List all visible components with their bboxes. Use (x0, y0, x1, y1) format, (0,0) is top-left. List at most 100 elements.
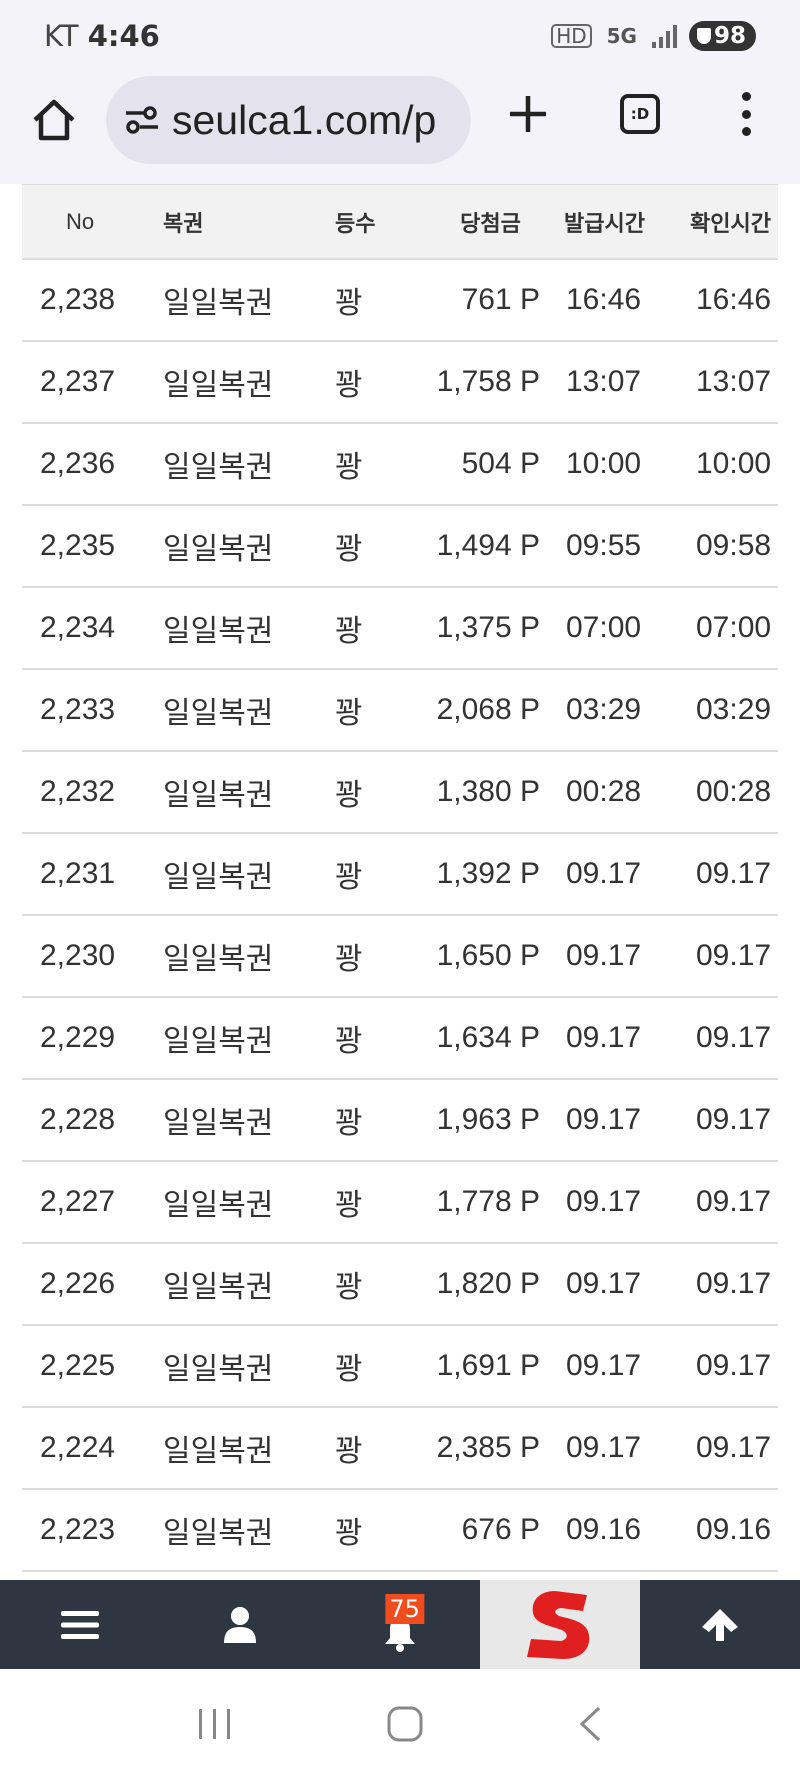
cell-checked: 03:29 (696, 693, 772, 726)
cell-amount: 1,778 P (436, 1185, 540, 1218)
cell-checked: 09.17 (696, 1021, 772, 1054)
system-nav-bar (0, 1669, 800, 1778)
site-settings-icon[interactable] (124, 105, 160, 135)
site-logo-button[interactable] (480, 1580, 640, 1669)
cell-checked: 09.17 (696, 1267, 772, 1300)
cell-rank: 꽝 (335, 779, 363, 812)
cell-no: 2,229 (40, 1021, 116, 1054)
cell-amount: 676 P (461, 1513, 540, 1546)
header-issued: 발급시간 (564, 210, 645, 236)
cell-issued: 09.17 (566, 857, 642, 890)
cell-issued: 09.17 (566, 1103, 642, 1136)
cell-rank: 꽝 (335, 943, 363, 976)
menu-button[interactable] (0, 1580, 160, 1669)
more-options-icon[interactable] (738, 92, 754, 136)
cell-name: 일일복권 (163, 1353, 274, 1386)
header-amount: 당첨금 (460, 210, 521, 236)
new-tab-icon[interactable] (508, 94, 548, 134)
cell-name: 일일복권 (163, 1189, 274, 1222)
home-nav-icon[interactable] (386, 1705, 424, 1743)
cell-rank: 꽝 (335, 697, 363, 730)
table-row: 2,231 일일복권 꽝 1,392 P 09.17 09.17 (22, 834, 778, 916)
cell-rank: 꽝 (335, 1189, 363, 1222)
cell-amount: 2,068 P (436, 693, 540, 726)
cell-rank: 꽝 (335, 533, 363, 566)
cell-checked: 09.17 (696, 1349, 772, 1382)
clock: 4:46 (87, 19, 160, 53)
cell-issued: 09.17 (566, 939, 642, 972)
table-row: 2,232 일일복권 꽝 1,380 P 00:28 00:28 (22, 752, 778, 834)
header-name: 복권 (163, 210, 204, 236)
carrier-label: KT (44, 19, 79, 53)
notifications-button[interactable]: 75 (320, 1580, 480, 1669)
cell-checked: 09.17 (696, 939, 772, 972)
cell-name: 일일복권 (163, 943, 274, 976)
cell-no: 2,233 (40, 693, 116, 726)
cell-name: 일일복권 (163, 779, 274, 812)
cell-name: 일일복권 (163, 615, 274, 648)
site-logo-icon (527, 1590, 590, 1659)
table-row: 2,237 일일복권 꽝 1,758 P 13:07 13:07 (22, 342, 778, 424)
cell-issued: 09.17 (566, 1267, 642, 1300)
cell-name: 일일복권 (163, 451, 274, 484)
cell-rank: 꽝 (335, 1025, 363, 1058)
table-row: 2,223 일일복권 꽝 676 P 09.16 09.16 (22, 1490, 778, 1572)
url-text[interactable]: seulca1.com/p (172, 97, 436, 144)
cell-issued: 13:07 (566, 365, 642, 398)
cell-no: 2,227 (40, 1185, 116, 1218)
back-nav-icon[interactable] (577, 1705, 603, 1743)
cell-no: 2,237 (40, 365, 116, 398)
cell-amount: 1,963 P (436, 1103, 540, 1136)
cell-checked: 09.17 (696, 857, 772, 890)
table-row: 2,227 일일복권 꽝 1,778 P 09.17 09.17 (22, 1162, 778, 1244)
cell-no: 2,235 (40, 529, 116, 562)
cell-checked: 13:07 (696, 365, 772, 398)
cell-name: 일일복권 (163, 1107, 274, 1140)
cell-rank: 꽝 (335, 369, 363, 402)
table-row: 2,236 일일복권 꽝 504 P 10:00 10:00 (22, 424, 778, 506)
cell-no: 2,224 (40, 1431, 116, 1464)
cell-amount: 1,494 P (436, 529, 540, 562)
cell-name: 일일복권 (163, 369, 274, 402)
cell-no: 2,231 (40, 857, 116, 890)
notification-badge: 75 (385, 1594, 424, 1624)
cell-name: 일일복권 (163, 1435, 274, 1468)
home-icon[interactable] (30, 96, 78, 144)
cell-amount: 1,634 P (436, 1021, 540, 1054)
recent-apps-icon[interactable] (197, 1707, 233, 1741)
tab-switcher-button[interactable]: :D (620, 94, 660, 134)
table-row: 2,235 일일복권 꽝 1,494 P 09:55 09:58 (22, 506, 778, 588)
cell-amount: 1,650 P (436, 939, 540, 972)
cell-amount: 504 P (461, 447, 540, 480)
cell-no: 2,226 (40, 1267, 116, 1300)
cell-checked: 09.17 (696, 1431, 772, 1464)
cell-issued: 00:28 (566, 775, 642, 808)
cell-rank: 꽝 (335, 615, 363, 648)
cell-issued: 07:00 (566, 611, 642, 644)
cell-rank: 꽝 (335, 1107, 363, 1140)
cell-checked: 16:46 (696, 283, 772, 316)
cell-rank: 꽝 (335, 1435, 363, 1468)
cell-no: 2,236 (40, 447, 116, 480)
table-row: 2,225 일일복권 꽝 1,691 P 09.17 09.17 (22, 1326, 778, 1408)
cell-checked: 09.17 (696, 1103, 772, 1136)
cell-amount: 1,691 P (436, 1349, 540, 1382)
header-no: No (66, 208, 95, 234)
scroll-top-button[interactable] (640, 1580, 800, 1669)
cell-rank: 꽝 (335, 287, 363, 320)
cell-rank: 꽝 (335, 1517, 363, 1550)
cell-checked: 10:00 (696, 447, 772, 480)
profile-button[interactable] (160, 1580, 320, 1669)
cell-no: 2,225 (40, 1349, 116, 1382)
cell-rank: 꽝 (335, 861, 363, 894)
address-bar[interactable]: seulca1.com/p (106, 76, 471, 164)
cell-checked: 09:58 (696, 529, 772, 562)
cell-issued: 09.17 (566, 1349, 642, 1382)
battery-level: 98 (713, 23, 746, 49)
cell-issued: 09.16 (566, 1513, 642, 1546)
cell-rank: 꽝 (335, 1271, 363, 1304)
cell-issued: 09.17 (566, 1431, 642, 1464)
cell-checked: 00:28 (696, 775, 772, 808)
cell-name: 일일복권 (163, 287, 274, 320)
cell-name: 일일복권 (163, 1517, 274, 1550)
